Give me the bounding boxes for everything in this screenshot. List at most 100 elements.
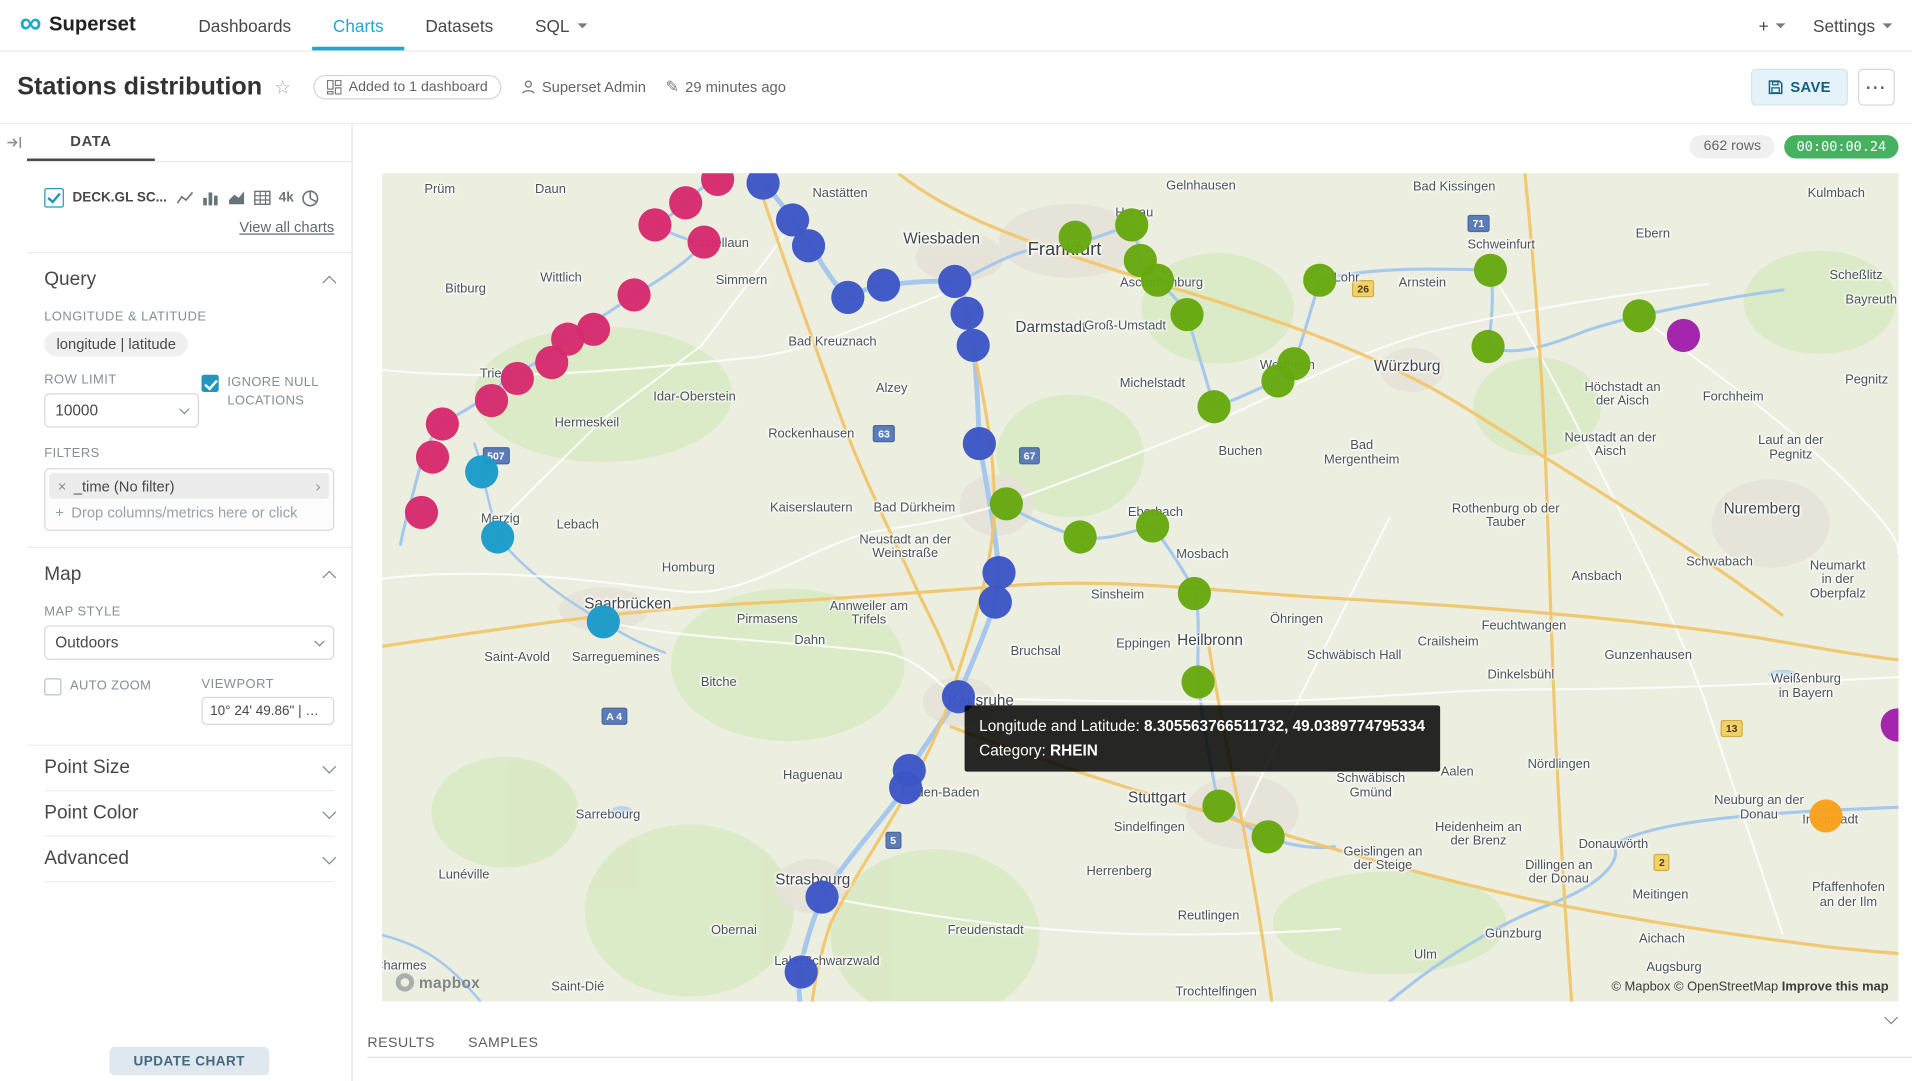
table-icon[interactable] [253, 189, 271, 206]
scatter-point-green[interactable] [1474, 254, 1507, 287]
scatter-point-blue[interactable] [792, 230, 825, 263]
scatter-point-cyan[interactable] [481, 520, 514, 553]
map-city-label: Aichach [1639, 933, 1685, 947]
remove-filter-icon[interactable]: × [58, 477, 67, 494]
nav-item-datasets[interactable]: Datasets [404, 0, 514, 50]
chart-header: Stations distribution ☆ Added to 1 dashb… [0, 52, 1912, 124]
view-all-charts-row: View all charts [44, 219, 334, 236]
scatter-point-cyan[interactable] [466, 456, 499, 489]
scatter-point-pink[interactable] [687, 225, 720, 258]
deckgl-map[interactable]: 6367507A 457126132 PrümDaunNastättenGeln… [382, 173, 1898, 1001]
row-limit-select[interactable]: 10000 [44, 393, 199, 427]
map-city-label: Öhringen [1270, 613, 1323, 627]
scatter-point-green[interactable] [1136, 509, 1169, 542]
scatter-point-pink[interactable] [501, 362, 534, 395]
scatter-point-pink[interactable] [669, 186, 702, 219]
settings-menu[interactable]: Settings [1813, 15, 1892, 35]
panel-section-point-size[interactable]: Point Size [44, 746, 334, 791]
chevron-down-icon [179, 403, 189, 413]
scatter-point-pink[interactable] [405, 495, 438, 528]
scatter-point-blue[interactable] [784, 955, 817, 988]
scatter-point-purple[interactable] [1667, 319, 1700, 352]
auto-zoom-checkbox[interactable] [44, 678, 61, 695]
settings-label: Settings [1813, 15, 1875, 35]
scatter-point-green[interactable] [1063, 520, 1096, 553]
panel-section-point-color[interactable]: Point Color [44, 791, 334, 836]
tab-samples[interactable]: SAMPLES [468, 1035, 538, 1050]
map-city-label: Pegnitz [1845, 374, 1888, 388]
query-section-header[interactable]: Query [44, 269, 334, 291]
modified-meta[interactable]: ✎ 29 minutes ago [666, 77, 786, 97]
panel-section-advanced[interactable]: Advanced [44, 837, 334, 882]
scatter-point-blue[interactable] [805, 881, 838, 914]
bar-chart-icon[interactable] [201, 189, 219, 206]
scatter-point-green[interactable] [990, 487, 1023, 520]
scatter-point-blue[interactable] [983, 556, 1016, 589]
scatter-point-pink[interactable] [535, 346, 568, 379]
view-all-charts-link[interactable]: View all charts [239, 219, 334, 236]
update-chart-button[interactable]: UPDATE CHART [109, 1047, 269, 1075]
scatter-point-blue[interactable] [963, 427, 996, 460]
scatter-point-blue[interactable] [978, 586, 1011, 619]
nav-item-sql[interactable]: SQL [514, 0, 609, 50]
scatter-point-green[interactable] [1277, 347, 1310, 380]
scatter-point-green[interactable] [1178, 577, 1211, 610]
scatter-point-pink[interactable] [638, 208, 671, 241]
map-section-header[interactable]: Map [44, 564, 334, 586]
expand-panel-icon[interactable] [6, 135, 22, 150]
tab-results[interactable]: RESULTS [367, 1035, 435, 1050]
lonlat-value-pill[interactable]: longitude | latitude [44, 332, 188, 357]
scatter-point-blue[interactable] [957, 329, 990, 362]
chevron-down-icon [322, 805, 336, 819]
map-city-label: Homburg [662, 562, 715, 576]
drop-columns-target[interactable]: + Drop columns/metrics here or click [49, 499, 329, 526]
scatter-point-blue[interactable] [831, 281, 864, 314]
more-options-button[interactable]: ··· [1858, 69, 1895, 106]
ignore-null-checkbox[interactable] [202, 375, 219, 392]
scatter-point-blue[interactable] [939, 265, 972, 298]
scatter-point-green[interactable] [1198, 390, 1231, 423]
filter-chip[interactable]: × _time (No filter) › [49, 473, 329, 499]
scatter-point-green[interactable] [1171, 298, 1204, 331]
chevron-up-icon [322, 276, 336, 290]
add-new-button[interactable]: + [1759, 15, 1786, 35]
scatter-point-blue[interactable] [867, 268, 900, 301]
scatter-point-green[interactable] [1203, 789, 1236, 822]
area-chart-icon[interactable] [227, 189, 245, 206]
scatter-point-green[interactable] [1623, 299, 1656, 332]
status-badges: 662 rows 00:00:00.24 [1690, 135, 1898, 158]
scatter-point-pink[interactable] [475, 384, 508, 417]
scatter-point-pink[interactable] [416, 441, 449, 474]
scatter-point-green[interactable] [1115, 208, 1148, 241]
improve-map-link[interactable]: Improve this map [1782, 979, 1889, 994]
scatter-point-green[interactable] [1140, 263, 1173, 296]
scatter-point-blue[interactable] [951, 297, 984, 330]
superset-logo[interactable]: ∞ Superset [20, 12, 136, 39]
nav-item-dashboards[interactable]: Dashboards [177, 0, 312, 50]
scatter-point-green[interactable] [1471, 330, 1504, 363]
map-city-label: Hermeskeil [555, 417, 620, 431]
mapbox-logo[interactable]: mapbox [396, 973, 480, 991]
scatter-point-green[interactable] [1059, 220, 1092, 253]
dashboard-badge[interactable]: Added to 1 dashboard [313, 75, 501, 100]
scatter-point-green[interactable] [1181, 665, 1214, 698]
save-button[interactable]: SAVE [1751, 69, 1848, 106]
scatter-point-green[interactable] [1251, 820, 1284, 853]
nav-item-charts[interactable]: Charts [312, 0, 404, 50]
scatter-point-pink[interactable] [426, 408, 459, 441]
viewport-label: VIEWPORT [202, 677, 335, 692]
scatter-point-pink[interactable] [617, 278, 650, 311]
scatter-point-orange[interactable] [1809, 799, 1842, 832]
scatter-point-blue[interactable] [889, 771, 922, 804]
viewport-select[interactable]: 10° 24' 49.86" | … [202, 697, 335, 725]
scatter-point-cyan[interactable] [587, 606, 620, 639]
pencil-icon: ✎ [666, 77, 679, 97]
map-style-select[interactable]: Outdoors [44, 625, 334, 659]
line-chart-icon[interactable] [175, 189, 193, 206]
tab-data[interactable]: DATA [27, 123, 155, 161]
attribution-text[interactable]: © Mapbox © OpenStreetMap [1611, 979, 1778, 994]
scatter-point-green[interactable] [1303, 263, 1336, 296]
chevron-down-icon [314, 636, 324, 646]
pie-chart-icon[interactable] [301, 189, 319, 207]
favorite-star-icon[interactable]: ☆ [274, 76, 291, 98]
